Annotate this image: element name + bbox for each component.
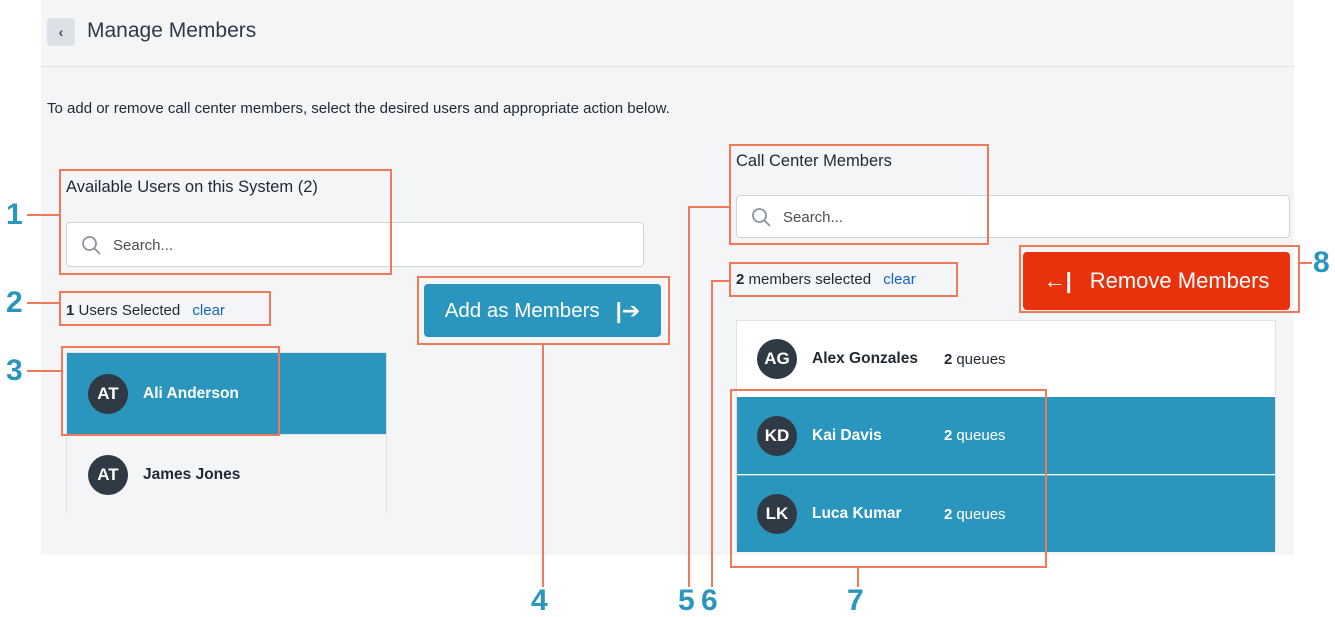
annotation-number-3: 3 [6,354,23,387]
avatar: KD [757,415,797,456]
call-center-members-label: Call Center Members [736,152,892,170]
clear-members-selection-link[interactable]: clear [883,271,916,288]
arrow-left-to-bar-icon: ←| [1043,268,1072,293]
annotation-line-4 [542,345,544,587]
chevron-left-icon: ‹ [58,24,64,40]
remove-button-label: Remove Members [1089,268,1270,293]
queue-count: 2 [944,505,953,523]
annotation-line-1 [27,214,59,216]
annotation-line-6v [711,280,713,587]
members-search-input[interactable] [781,196,1227,239]
queue-label: queues [956,505,1006,523]
member-row-alex-gonzales[interactable]: AG Alex Gonzales 2 queues [737,321,1275,397]
members-selected-count: 2 [736,271,745,288]
member-queues: 2 queues [944,427,1006,444]
available-users-search [66,222,644,268]
annotation-number-5: 5 [678,584,695,617]
annotation-line-2 [27,302,59,304]
member-queues: 2 queues [944,506,1006,523]
clear-users-selection-link[interactable]: clear [192,302,225,319]
annotation-line-8 [1300,262,1312,264]
add-as-members-button[interactable]: Add as Members |➔ [424,284,661,337]
user-row-james-jones[interactable]: AT James Jones [67,434,386,514]
available-users-label: Available Users on this System (2) [66,178,318,196]
user-name: Ali Anderson [143,384,239,402]
avatar: AG [757,339,797,379]
queue-label: queues [956,427,1006,444]
queue-label: queues [956,350,1006,368]
annotation-number-4: 4 [531,584,548,617]
annotation-number-7: 7 [847,584,864,617]
member-queues: 2 queues [944,351,1006,368]
instructions-text: To add or remove call center members, se… [47,100,670,117]
member-name: Luca Kumar [812,505,902,522]
call-center-members-list: AG Alex Gonzales 2 queues KD Kai Davis 2q… [736,320,1276,552]
annotation-number-6: 6 [701,584,718,617]
annotation-number-2: 2 [6,286,23,319]
members-selected-status: 2 members selected clear [736,271,916,288]
users-selected-count: 1 [66,302,75,319]
available-users-list: AT Ali Anderson AT James Jones [66,352,387,514]
search-icon [82,235,101,254]
user-row-ali-anderson[interactable]: AT Ali Anderson [67,353,386,434]
members-selected-text: members selected [748,271,872,288]
available-users-search-input[interactable] [111,223,576,268]
avatar: LK [757,494,797,534]
avatar: AT [88,373,128,414]
member-row-luca-kumar[interactable]: LK Luca Kumar 2 queues [737,475,1275,552]
member-name: Kai Davis [812,426,882,444]
users-selected-status: 1 Users Selected clear [66,302,225,319]
annotation-number-1: 1 [6,198,23,231]
avatar: AT [88,454,128,495]
search-icon [752,207,771,226]
remove-members-button[interactable]: ←| Remove Members [1023,252,1290,310]
users-selected-text: Users Selected [78,302,181,319]
annotation-number-8: 8 [1313,246,1330,279]
members-search [736,195,1290,239]
queue-count: 2 [944,427,953,444]
queue-count: 2 [944,350,953,368]
member-name: Alex Gonzales [812,350,918,367]
page-title: Manage Members [87,19,257,42]
member-row-kai-davis[interactable]: KD Kai Davis 2 queues [737,397,1275,474]
add-button-label: Add as Members [444,298,600,322]
user-name: James Jones [143,465,241,483]
arrow-right-to-bar-icon: |➔ [615,297,641,323]
back-button[interactable]: ‹ [47,18,75,46]
annotation-line-5h [688,206,729,208]
page-header: ‹ Manage Members [41,0,1294,67]
annotation-line-5v [688,206,690,587]
annotation-line-6h [711,280,729,282]
annotation-line-3 [27,370,61,372]
